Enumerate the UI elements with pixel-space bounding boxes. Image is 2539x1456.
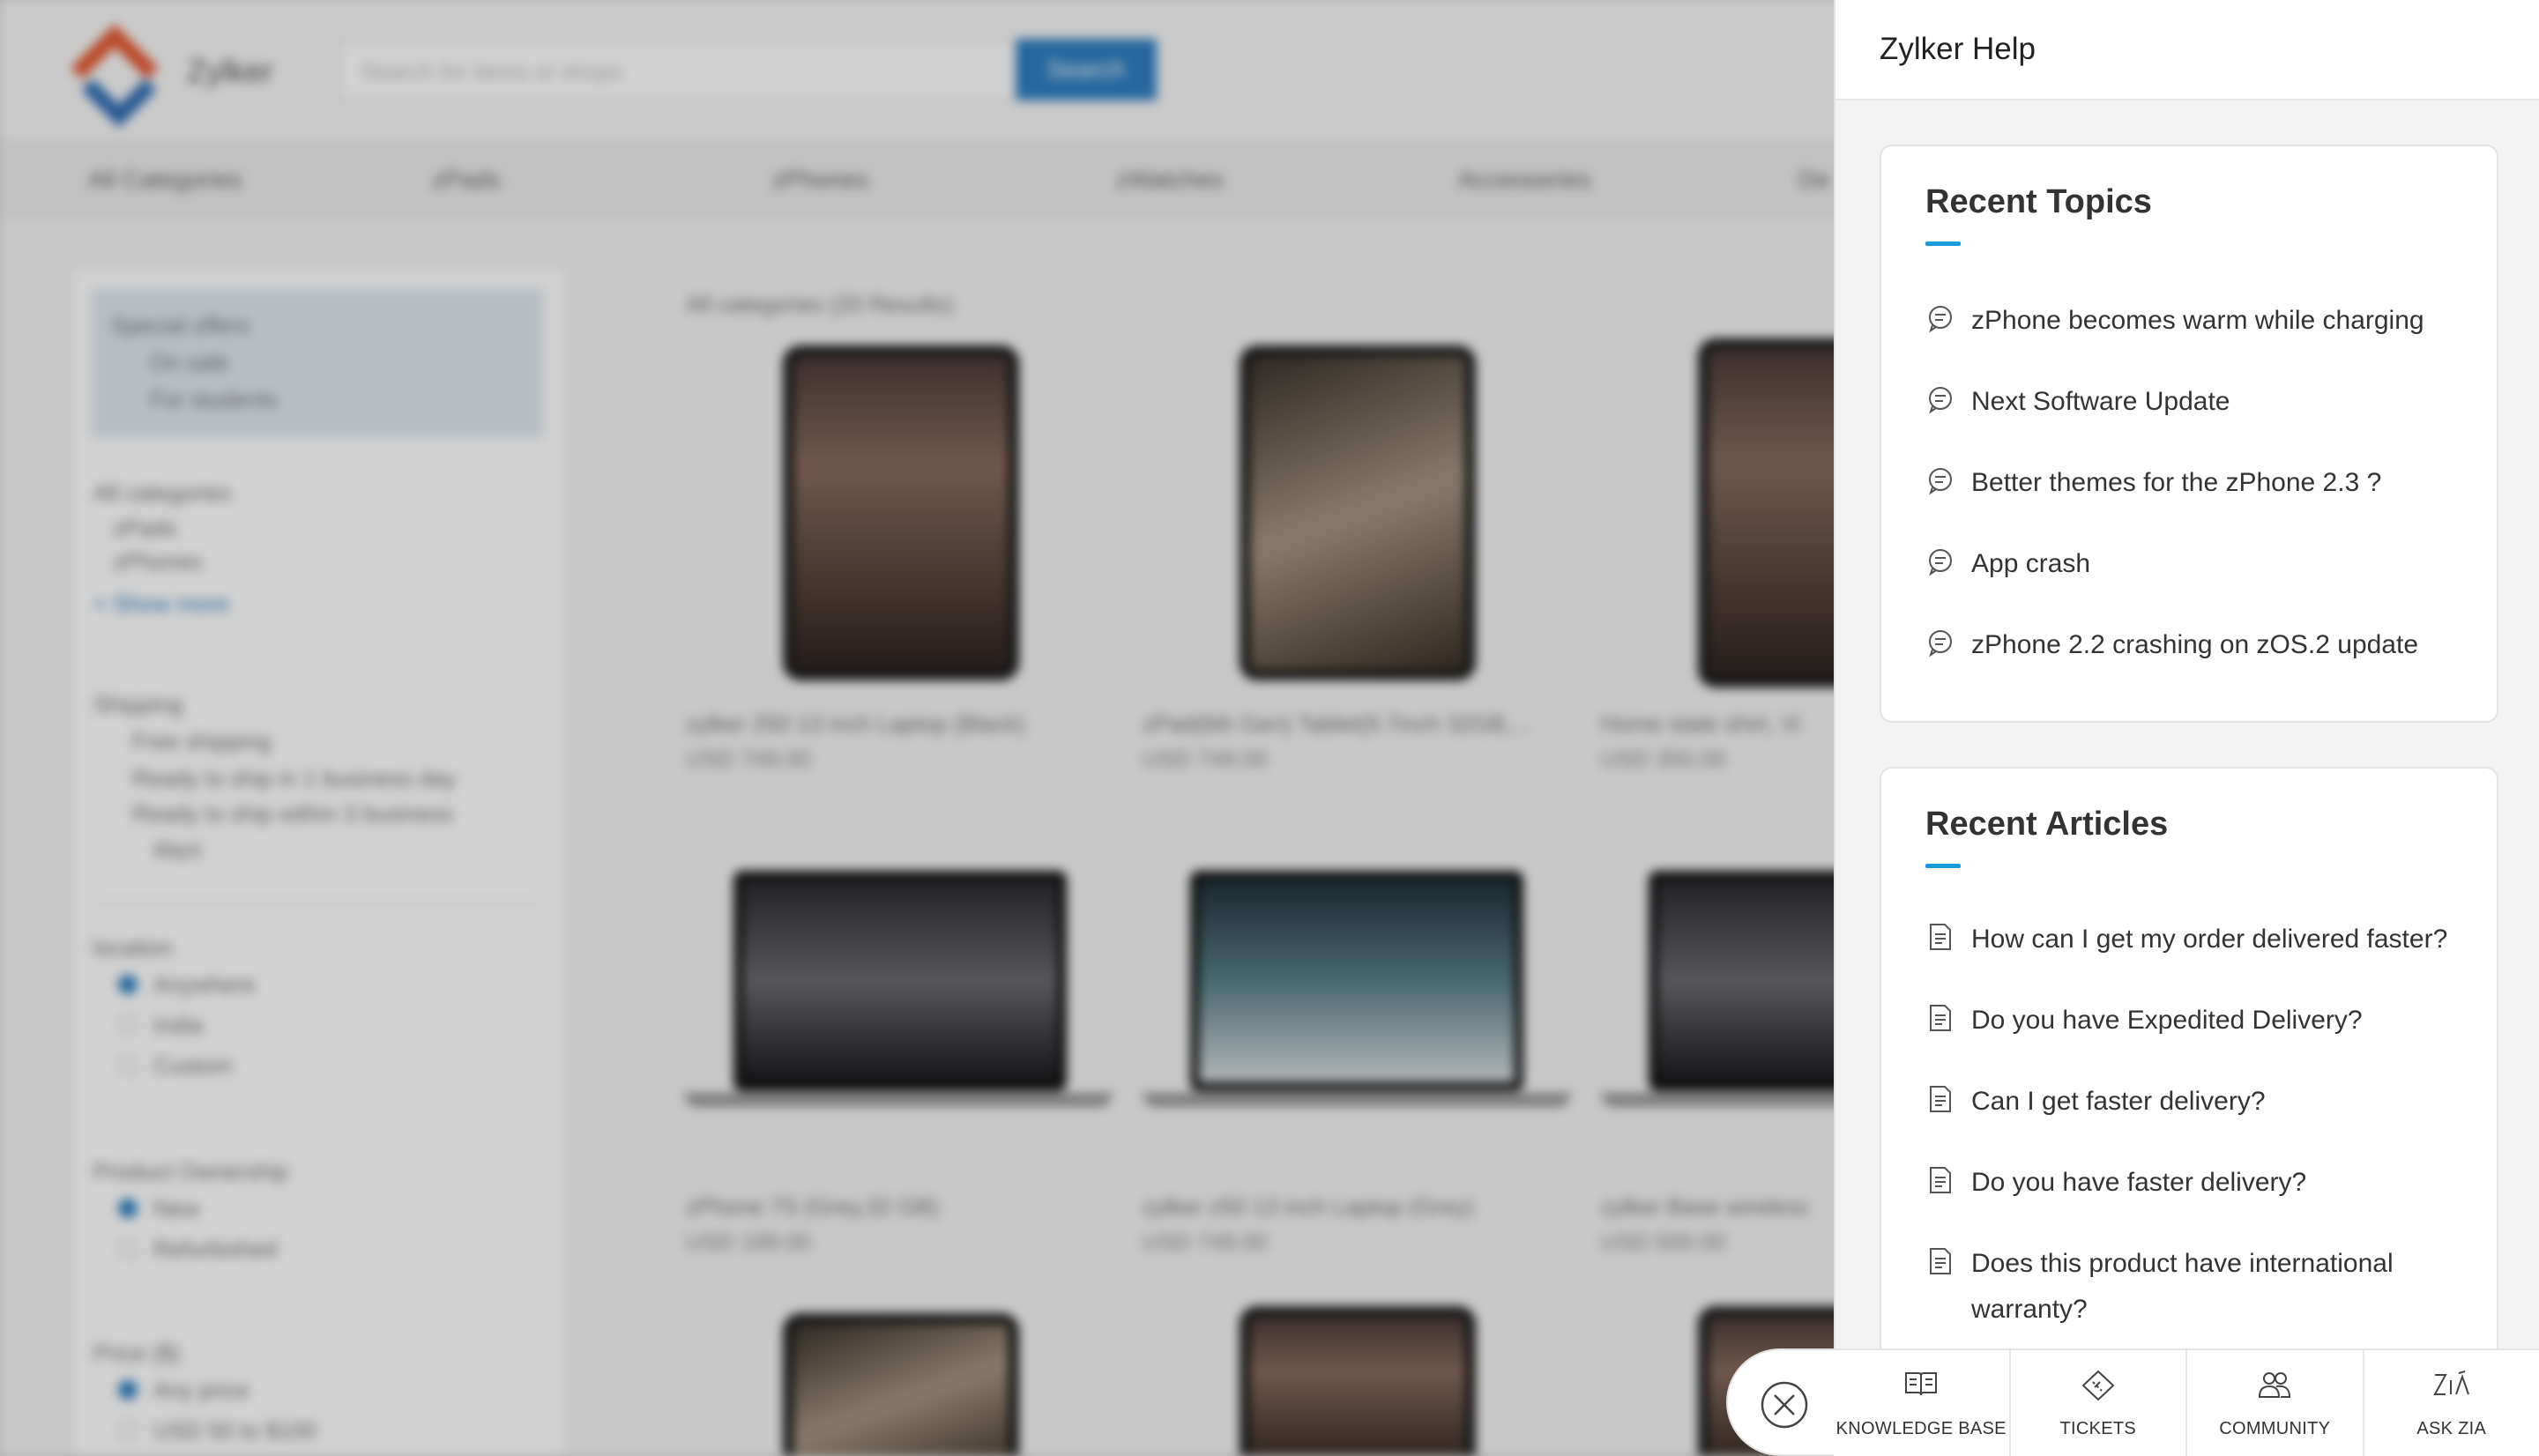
close-help-button[interactable]	[1726, 1348, 1835, 1456]
article-title: Can I get faster delivery?	[1971, 1087, 2266, 1116]
tab-label: TICKETS	[2059, 1419, 2137, 1438]
tab-community[interactable]: COMMUNITY	[2187, 1350, 2364, 1456]
chat-bubble-icon	[1929, 549, 1952, 576]
tab-label: COMMUNITY	[2219, 1419, 2331, 1438]
article-item[interactable]: Can I get faster delivery?	[1925, 1079, 2472, 1125]
help-header: Zylker Help	[1835, 0, 2539, 100]
zia-icon	[2433, 1371, 2469, 1395]
chat-bubble-icon	[1929, 468, 1952, 495]
article-title: How can I get my order delivered faster?	[1971, 925, 2448, 954]
document-icon	[1930, 1005, 1951, 1031]
tab-knowledge-base[interactable]: KNOWLEDGE BASE	[1834, 1350, 2011, 1456]
article-title: Do you have faster delivery?	[1971, 1168, 2307, 1197]
page-dim-overlay[interactable]	[0, 0, 1851, 1456]
heading-accent	[1925, 241, 1961, 246]
topic-item[interactable]: App crash	[1925, 541, 2472, 587]
topic-item[interactable]: zPhone 2.2 crashing on zOS.2 update	[1925, 622, 2472, 668]
topic-item[interactable]: zPhone becomes warm while charging	[1925, 298, 2472, 344]
tab-label: ASK ZIA	[2416, 1419, 2487, 1438]
article-item[interactable]: Do you have Expedited Delivery?	[1925, 998, 2472, 1044]
heading-accent	[1925, 864, 1961, 868]
topic-title: zPhone becomes warm while charging	[1971, 306, 2424, 335]
document-icon	[1930, 1167, 1951, 1193]
recent-articles-card: Recent Articles How can I get my order d…	[1880, 767, 2498, 1401]
recent-articles-heading: Recent Articles	[1925, 806, 2169, 843]
article-item[interactable]: Do you have faster delivery?	[1925, 1160, 2472, 1206]
tab-ask-zia[interactable]: ASK ZIA	[2364, 1350, 2539, 1456]
help-tab-bar: KNOWLEDGE BASE TICKETS COMMUNITY ASK ZIA	[1834, 1348, 2539, 1456]
recent-topics-heading: Recent Topics	[1925, 183, 2152, 220]
topic-title: zPhone 2.2 crashing on zOS.2 update	[1971, 630, 2419, 659]
document-icon	[1930, 1086, 1951, 1112]
document-icon	[1930, 1248, 1951, 1274]
tab-label: KNOWLEDGE BASE	[1835, 1419, 2007, 1438]
close-icon	[1761, 1381, 1808, 1429]
ticket-icon	[2081, 1370, 2115, 1401]
people-icon	[2259, 1372, 2291, 1398]
recent-topics-card: Recent Topics zPhone becomes warm while …	[1880, 145, 2498, 723]
article-item[interactable]: How can I get my order delivered faster?	[1925, 917, 2472, 962]
chat-bubble-icon	[1929, 306, 1952, 333]
help-title: Zylker Help	[1880, 32, 2036, 66]
topic-item[interactable]: Next Software Update	[1925, 379, 2472, 425]
article-item[interactable]: Does this product have international warr…	[1925, 1241, 2472, 1333]
document-icon	[1930, 924, 1951, 950]
chat-bubble-icon	[1929, 630, 1952, 657]
book-icon	[1905, 1372, 1938, 1396]
topic-title: App crash	[1971, 549, 2091, 578]
article-title: Do you have Expedited Delivery?	[1971, 1006, 2363, 1035]
tab-tickets[interactable]: TICKETS	[2011, 1350, 2187, 1456]
topic-item[interactable]: Better themes for the zPhone 2.3 ?	[1925, 460, 2472, 506]
help-panel: Zylker Help Recent Topics zPhone becomes…	[1834, 0, 2539, 1456]
topic-title: Better themes for the zPhone 2.3 ?	[1971, 468, 2382, 497]
topic-title: Next Software Update	[1971, 387, 2230, 416]
article-title: Does this product have international warr…	[1971, 1249, 2394, 1324]
chat-bubble-icon	[1929, 387, 1952, 414]
